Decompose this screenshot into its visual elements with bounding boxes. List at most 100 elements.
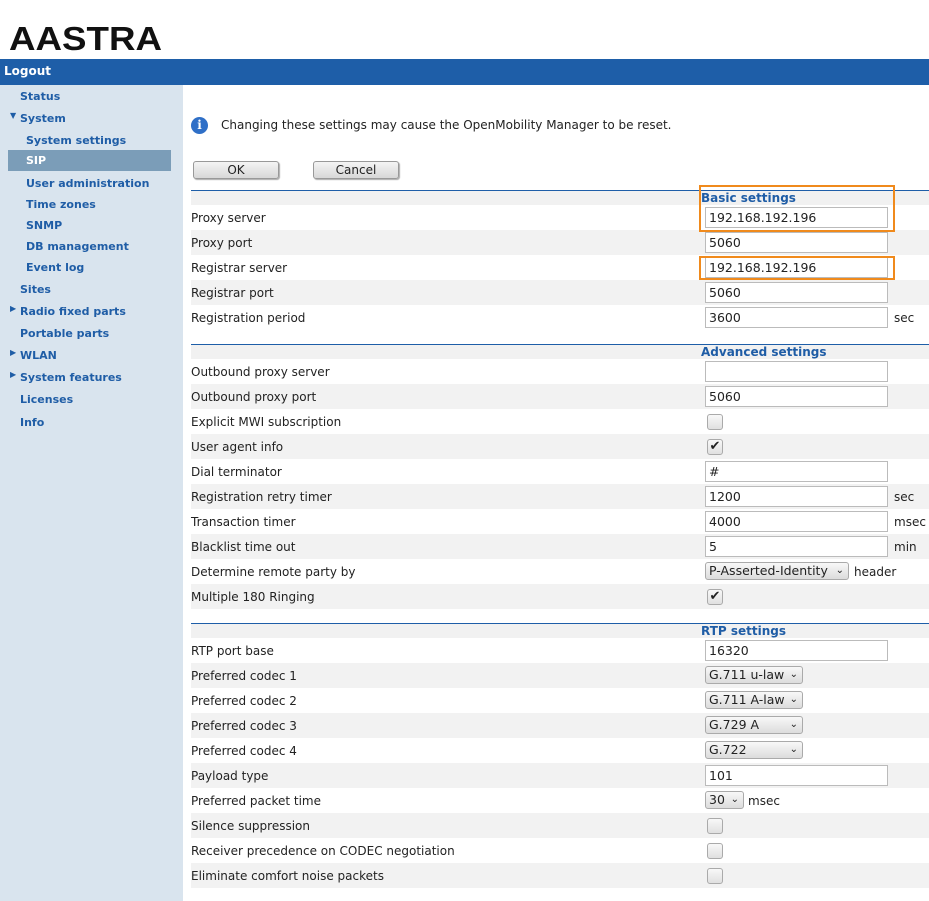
- logout-link[interactable]: Logout: [4, 64, 51, 78]
- sidebar: Status ▼ System System settings SIP User…: [0, 85, 183, 901]
- dial-terminator-row: Dial terminator #: [191, 459, 929, 484]
- aastra-logo: AASTRA: [9, 20, 162, 54]
- payload-type-input[interactable]: 101: [705, 765, 888, 786]
- registration-retry-timer-unit: sec: [894, 490, 915, 504]
- ok-button[interactable]: OK: [193, 161, 279, 179]
- transaction-timer-unit: msec: [894, 515, 926, 529]
- rtp-settings-title: RTP settings: [701, 624, 787, 638]
- registration-retry-timer-row: Registration retry timer 1200 sec: [191, 484, 929, 509]
- nav-system[interactable]: ▼ System: [10, 111, 66, 125]
- explicit-mwi-row: Explicit MWI subscription: [191, 409, 929, 434]
- nav-system-settings[interactable]: System settings: [26, 134, 126, 147]
- multiple-180-row: Multiple 180 Ringing ✔: [191, 584, 929, 609]
- nav-sip-label: SIP: [26, 154, 47, 167]
- checkmark-icon: ✔: [709, 589, 721, 604]
- outbound-proxy-port-label: Outbound proxy port: [191, 390, 317, 404]
- nav-event-log[interactable]: Event log: [26, 261, 84, 274]
- chevron-down-icon: ⌄: [835, 565, 844, 576]
- codec1-row: Preferred codec 1 G.711 u-law ⌄: [191, 663, 929, 688]
- proxy-port-row: Proxy port 5060: [191, 230, 929, 255]
- chevron-down-icon: ⌄: [789, 719, 798, 730]
- user-agent-info-row: User agent info ✔: [191, 434, 929, 459]
- receiver-precedence-checkbox[interactable]: [707, 843, 723, 859]
- nav-snmp[interactable]: SNMP: [26, 219, 62, 232]
- nav-wlan[interactable]: ▶ WLAN: [10, 348, 57, 362]
- registrar-server-highlight: [699, 256, 895, 280]
- codec3-select[interactable]: G.729 A ⌄: [705, 716, 803, 734]
- rtp-settings-header: [191, 624, 929, 638]
- nav-sip-selected[interactable]: SIP: [8, 150, 171, 171]
- proxy-port-input[interactable]: 5060: [705, 232, 888, 253]
- registration-retry-timer-input[interactable]: 1200: [705, 486, 888, 507]
- eliminate-cn-checkbox[interactable]: [707, 868, 723, 884]
- codec3-value: G.729 A: [709, 717, 760, 732]
- codec1-select[interactable]: G.711 u-law ⌄: [705, 666, 803, 684]
- top-bar: Logout: [0, 59, 929, 85]
- remote-party-value: P-Asserted-Identity: [709, 563, 828, 578]
- cancel-button[interactable]: Cancel: [313, 161, 399, 179]
- codec1-value: G.711 u-law: [709, 667, 785, 682]
- dial-terminator-input[interactable]: #: [705, 461, 888, 482]
- silence-suppression-label: Silence suppression: [191, 819, 310, 833]
- collapsed-triangle-icon: ▶: [10, 304, 17, 313]
- registration-period-input[interactable]: 3600: [705, 307, 888, 328]
- nav-user-administration[interactable]: User administration: [26, 177, 149, 190]
- nav-info[interactable]: Info: [20, 416, 44, 429]
- transaction-timer-input[interactable]: 4000: [705, 511, 888, 532]
- user-agent-info-checkbox[interactable]: ✔: [707, 439, 723, 455]
- codec2-row: Preferred codec 2 G.711 A-law ⌄: [191, 688, 929, 713]
- logo-text: AASTRA: [9, 20, 162, 54]
- remote-party-label: Determine remote party by: [191, 565, 356, 579]
- registration-period-row: Registration period 3600 sec: [191, 305, 929, 330]
- nav-radio-fixed-parts-label: Radio fixed parts: [20, 305, 126, 318]
- nav-db-management[interactable]: DB management: [26, 240, 129, 253]
- chevron-down-icon: ⌄: [789, 694, 798, 705]
- explicit-mwi-checkbox[interactable]: [707, 414, 723, 430]
- nav-licenses[interactable]: Licenses: [20, 393, 73, 406]
- registrar-port-input[interactable]: 5060: [705, 282, 888, 303]
- nav-radio-fixed-parts[interactable]: ▶ Radio fixed parts: [10, 304, 126, 318]
- rtp-port-base-input[interactable]: 16320: [705, 640, 888, 661]
- registrar-port-label: Registrar port: [191, 286, 274, 300]
- remote-party-select[interactable]: P-Asserted-Identity ⌄: [705, 562, 849, 580]
- nav-portable-parts[interactable]: Portable parts: [20, 327, 109, 340]
- outbound-proxy-port-input[interactable]: 5060: [705, 386, 888, 407]
- multiple-180-checkbox[interactable]: ✔: [707, 589, 723, 605]
- receiver-precedence-row: Receiver precedence on CODEC negotiation: [191, 838, 929, 863]
- packet-time-label: Preferred packet time: [191, 794, 321, 808]
- proxy-port-label: Proxy port: [191, 236, 253, 250]
- packet-time-row: Preferred packet time 30 ⌄ msec: [191, 788, 929, 813]
- codec2-label: Preferred codec 2: [191, 694, 297, 708]
- rtp-port-base-label: RTP port base: [191, 644, 274, 658]
- remote-party-row: Determine remote party by P-Asserted-Ide…: [191, 559, 929, 584]
- silence-suppression-checkbox[interactable]: [707, 818, 723, 834]
- blacklist-time-out-label: Blacklist time out: [191, 540, 296, 554]
- codec4-select[interactable]: G.722 ⌄: [705, 741, 803, 759]
- notice-text: Changing these settings may cause the Op…: [221, 118, 672, 132]
- outbound-proxy-server-input[interactable]: [705, 361, 888, 382]
- packet-time-select[interactable]: 30 ⌄: [705, 791, 744, 809]
- collapsed-triangle-icon: ▶: [10, 370, 17, 379]
- registration-period-unit: sec: [894, 311, 915, 325]
- nav-system-label: System: [20, 112, 66, 125]
- blacklist-time-out-row: Blacklist time out 5 min: [191, 534, 929, 559]
- packet-time-value: 30: [709, 792, 725, 807]
- proxy-server-label: Proxy server: [191, 211, 266, 225]
- rtp-port-base-row: RTP port base 16320: [191, 638, 929, 663]
- outbound-proxy-server-row: Outbound proxy server: [191, 359, 929, 384]
- blacklist-time-out-input[interactable]: 5: [705, 536, 888, 557]
- codec4-row: Preferred codec 4 G.722 ⌄: [191, 738, 929, 763]
- nav-system-features[interactable]: ▶ System features: [10, 370, 122, 384]
- nav-sites[interactable]: Sites: [20, 283, 51, 296]
- explicit-mwi-label: Explicit MWI subscription: [191, 415, 342, 429]
- transaction-timer-label: Transaction timer: [191, 515, 296, 529]
- nav-time-zones[interactable]: Time zones: [26, 198, 96, 211]
- codec2-select[interactable]: G.711 A-law ⌄: [705, 691, 803, 709]
- chevron-down-icon: ⌄: [789, 669, 798, 680]
- registrar-server-label: Registrar server: [191, 261, 288, 275]
- nav-status[interactable]: Status: [20, 90, 60, 103]
- codec4-label: Preferred codec 4: [191, 744, 297, 758]
- chevron-down-icon: ⌄: [789, 744, 798, 755]
- dial-terminator-label: Dial terminator: [191, 465, 282, 479]
- codec4-value: G.722: [709, 742, 747, 757]
